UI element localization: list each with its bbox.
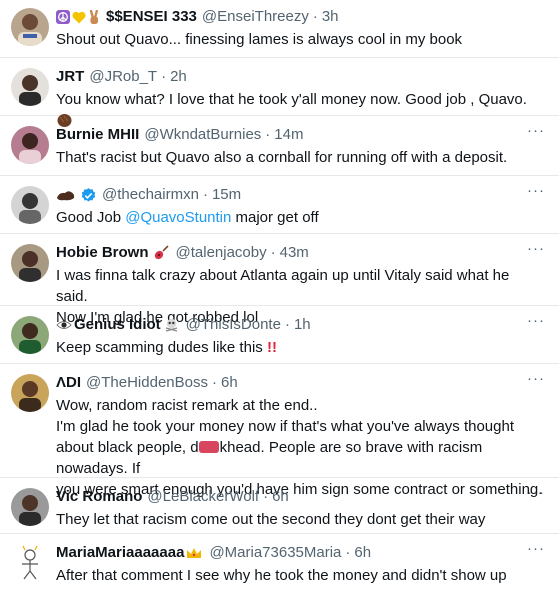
user-handle[interactable]: @WkndatBurnies	[144, 124, 261, 146]
tweet-header: JRT @JRob_T · 2h	[56, 66, 545, 88]
user-handle[interactable]: @TheHiddenBoss	[86, 372, 208, 394]
user-handle[interactable]: @LeBlackerWolf	[147, 486, 259, 508]
avatar-image	[11, 374, 49, 412]
mention-link[interactable]: @QuavoStuntin	[125, 209, 231, 226]
avatar[interactable]	[11, 68, 49, 106]
avatar[interactable]	[11, 488, 49, 526]
tweet-text: Shout out Quavo... finessing lames is al…	[56, 31, 463, 48]
timestamp[interactable]: 6h	[354, 542, 371, 564]
yellow-heart-icon	[72, 11, 86, 24]
avatar[interactable]	[11, 8, 49, 46]
tweet-text-content: Keep scamming dudes like this	[56, 339, 263, 356]
avatar-image	[11, 186, 49, 224]
tweet-text-line: Wow, random racist remark at the end..	[56, 397, 318, 414]
user-handle[interactable]: @thechairmxn	[102, 184, 199, 206]
separator-dot: ·	[263, 488, 269, 505]
display-name[interactable]: JRT	[56, 66, 84, 88]
tweet-text-suffix: major get off	[231, 209, 319, 226]
avatar[interactable]	[11, 316, 49, 354]
avatar[interactable]	[11, 244, 49, 282]
tweet-text: Good Job @QuavoStuntin major get off	[56, 207, 545, 228]
flexed-biceps-icon	[56, 189, 76, 202]
display-name[interactable]: Genius Idiot	[74, 314, 161, 336]
avatar[interactable]	[11, 186, 49, 224]
tweet-item[interactable]: ··· ΛDI @TheHiddenBoss · 6h Wow, random …	[0, 364, 559, 498]
display-name[interactable]: Burnie MHII	[56, 124, 139, 146]
tweet-item[interactable]: ··· @thechairmxn · 15m Good Job @QuavoSt…	[0, 176, 559, 234]
user-handle[interactable]: @talenjacoby	[176, 242, 267, 264]
separator-dot: ·	[211, 374, 217, 391]
avatar-image	[11, 126, 49, 164]
tweet-text-prefix: Good Job	[56, 209, 126, 226]
tweet-header: $$ENSEI 333 @EnseiThreezy · 3h	[56, 6, 545, 28]
victory-hand-icon	[88, 9, 100, 25]
peace-emoji-icon	[56, 10, 70, 24]
user-handle[interactable]: @EnseiThreezy	[202, 6, 309, 28]
tweet-item[interactable]: ··· MariaMariaaaaaaa @Maria73635Maria · …	[0, 534, 559, 600]
timestamp[interactable]: 43m	[280, 242, 309, 264]
tweet-header: Vic Romano @LeBlackerWolf · 6h	[56, 486, 545, 508]
tweet-header: ΛDI @TheHiddenBoss · 6h	[56, 372, 545, 394]
timestamp[interactable]: 15m	[212, 184, 241, 206]
redaction-mark	[198, 441, 219, 453]
verified-badge-icon	[80, 187, 97, 204]
separator-dot: ·	[202, 186, 208, 203]
tweet-text-line: I was finna talk crazy about Atlanta aga…	[56, 267, 510, 305]
tweet-text: They let that racism come out the second…	[56, 511, 486, 528]
timestamp[interactable]: 14m	[274, 124, 303, 146]
avatar[interactable]	[11, 374, 49, 412]
timestamp[interactable]: 1h	[294, 314, 311, 336]
skull-crossbones-icon	[164, 318, 179, 332]
tweet-header: Burnie MHII @WkndatBurnies · 14m	[56, 124, 545, 146]
display-name[interactable]: $$ENSEI 333	[106, 6, 197, 28]
avatar-image	[11, 8, 49, 46]
separator-dot: ·	[270, 244, 276, 261]
timestamp[interactable]: 6h	[272, 486, 289, 508]
separator-dot: ·	[345, 544, 351, 561]
separator-dot: ·	[284, 316, 290, 333]
timestamp[interactable]: 6h	[221, 372, 238, 394]
tweet-header: Hobie Brown @talenjacoby · 43m	[56, 242, 545, 264]
avatar-image	[11, 244, 49, 282]
avatar[interactable]	[11, 126, 49, 164]
tweet-text: That's racist but Quavo also a cornball …	[56, 149, 508, 166]
double-exclamation-icon: !!	[266, 339, 277, 356]
tweet-header: @thechairmxn · 15m	[56, 184, 545, 206]
avatar[interactable]	[11, 544, 49, 582]
avatar-image	[11, 544, 49, 582]
tweet-text-content: You know what? I love that he took y'all…	[56, 91, 527, 108]
user-handle[interactable]: @ThisIsDonte	[186, 314, 281, 336]
display-name[interactable]: ΛDI	[56, 372, 81, 394]
timestamp[interactable]: 3h	[322, 6, 339, 28]
crown-emoji-icon	[186, 547, 202, 559]
display-name[interactable]: MariaMariaaaaaaa	[56, 542, 184, 564]
timestamp[interactable]: 2h	[170, 66, 187, 88]
tweet-item[interactable]: ··· Genius Idiot @ThisIsDonte · 1h Keep …	[0, 306, 559, 364]
eye-emoji-icon	[56, 320, 72, 330]
display-name[interactable]: Vic Romano	[56, 486, 142, 508]
avatar-image	[11, 68, 49, 106]
reply-feed: $$ENSEI 333 @EnseiThreezy · 3h Shout out…	[0, 0, 559, 600]
guitar-emoji-icon	[153, 245, 169, 261]
tweet-text-line: about black people, d khead. People are s…	[56, 437, 545, 479]
tweet-header: Genius Idiot @ThisIsDonte · 1h	[56, 314, 545, 336]
tweet-item[interactable]: $$ENSEI 333 @EnseiThreezy · 3h Shout out…	[0, 0, 559, 58]
user-handle[interactable]: @Maria73635Maria	[209, 542, 341, 564]
avatar-image	[11, 316, 49, 354]
separator-dot: ·	[161, 68, 167, 85]
tweet-item[interactable]: ··· Burnie MHII @WkndatBurnies · 14m Tha…	[0, 116, 559, 176]
user-handle[interactable]: @JRob_T	[89, 66, 157, 88]
tweet-header: MariaMariaaaaaaa @Maria73635Maria · 6h	[56, 542, 545, 564]
separator-dot: ·	[312, 8, 318, 25]
tweet-text-line: I'm glad he took your money now if that'…	[56, 418, 515, 435]
tweet-item[interactable]: JRT @JRob_T · 2h You know what? I love t…	[0, 58, 559, 127]
tweet-text: Keep scamming dudes like this !!	[56, 337, 545, 358]
tweet-text-fragment: about black people, d	[56, 439, 199, 456]
tweet-item[interactable]: ··· Hobie Brown @talenjacoby · 43m I was…	[0, 234, 559, 326]
display-name[interactable]: Hobie Brown	[56, 242, 149, 264]
tweet-item[interactable]: ··· Vic Romano @LeBlackerWolf · 6h They …	[0, 478, 559, 534]
separator-dot: ·	[265, 126, 271, 143]
tweet-text: After that comment I see why he took the…	[56, 567, 507, 584]
avatar-image	[11, 488, 49, 526]
